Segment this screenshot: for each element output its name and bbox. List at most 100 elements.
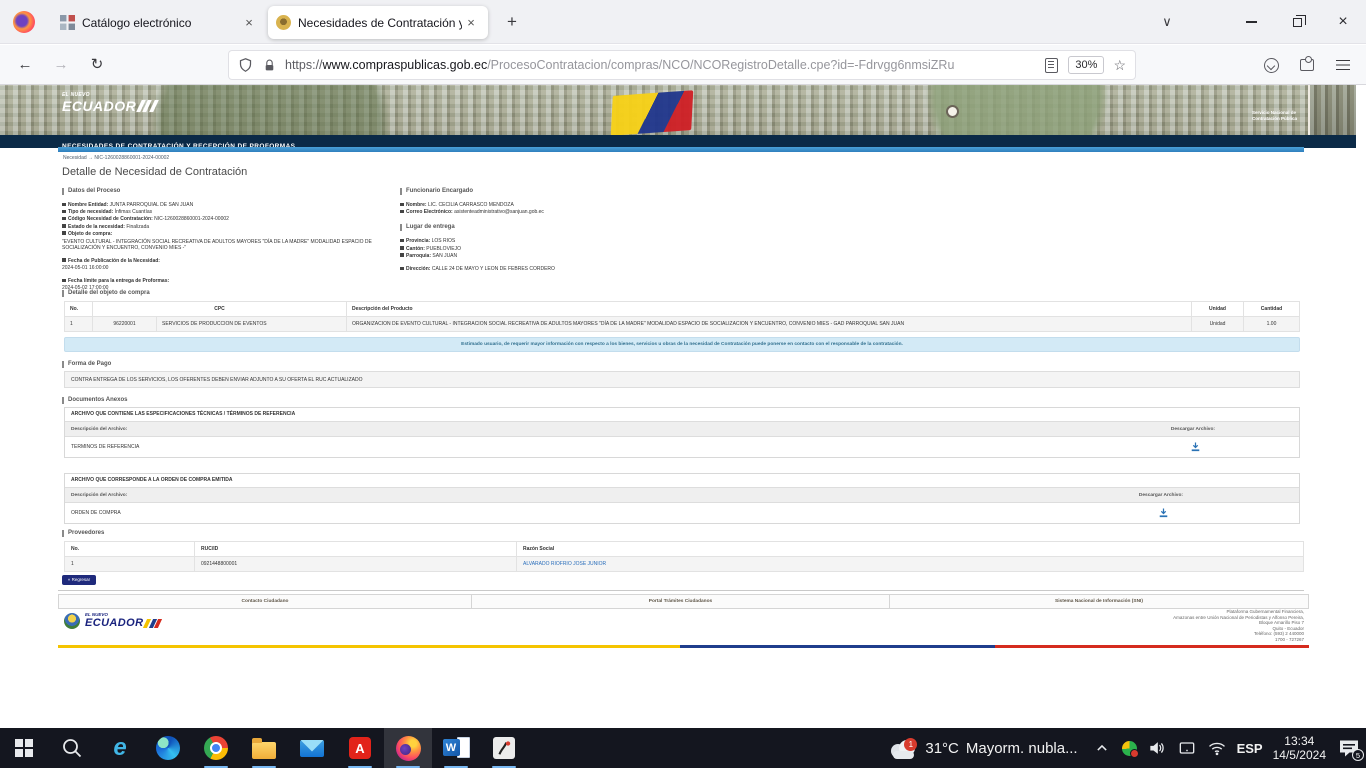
ecuador-header-logo: EL NUEVO ECUADOR <box>62 92 156 114</box>
descargar-archivo-label: Descargar Archivo: <box>1139 488 1183 504</box>
descripcion-archivo-label: Descripción del Archivo: <box>65 427 127 432</box>
tablet-mode-icon[interactable] <box>1177 738 1197 758</box>
weather-widget[interactable]: 1 31°C Mayorm. nubla... <box>888 737 1077 760</box>
lugar-direccion: Dirección: CALLE 24 DE MAYO Y LEON DE FE… <box>400 266 740 273</box>
sercop-caption: Servicio Nacional de Contratación Públic… <box>1252 110 1310 121</box>
proveedores-table: No. RUC/ID Razón Social 1 0921448800001 … <box>64 541 1304 572</box>
speaker-icon[interactable] <box>1147 738 1167 758</box>
taskbar-chrome[interactable] <box>192 728 240 768</box>
map-pin-icon <box>400 239 404 243</box>
start-button[interactable] <box>0 728 48 768</box>
footer-ecuador-logo: EL NUEVO ECUADOR <box>64 613 160 629</box>
bookmark-star-icon[interactable]: ☆ <box>1113 57 1126 74</box>
clock-widget[interactable]: 13:34 14/5/2024 <box>1273 734 1326 762</box>
url-bar[interactable]: https://www.compraspublicas.gob.ec/Proce… <box>228 50 1136 80</box>
footer-link-sni[interactable]: Sistema Nacional de Información (SNI) <box>890 594 1309 609</box>
list-icon <box>62 231 66 235</box>
tray-chevron-up-icon[interactable] <box>1092 738 1112 758</box>
back-button[interactable]: ← <box>10 50 40 80</box>
close-button[interactable]: × <box>1320 0 1366 44</box>
taskbar-word[interactable]: W <box>432 728 480 768</box>
tab-title: Necesidades de Contratación y <box>298 16 462 30</box>
objeto-compra-section-title: Detalle del objeto de compra <box>62 290 150 297</box>
minimize-button[interactable] <box>1228 0 1274 44</box>
menu-hamburger-icon[interactable] <box>1330 52 1356 78</box>
tab-title: Catálogo electrónico <box>82 16 240 30</box>
anexo-orden-compra: ARCHIVO QUE CORRESPONDE A LA ORDEN DE CO… <box>64 473 1300 524</box>
wifi-icon[interactable] <box>1207 738 1227 758</box>
anexo-titulo: ARCHIVO QUE CONTIENE LAS ESPECIFICACIONE… <box>65 408 1299 421</box>
internet-explorer-icon: e <box>113 736 126 760</box>
header-photo-banner: EL NUEVO ECUADOR Servicio Nacional de Co… <box>0 85 1356 135</box>
table-row: 1 96220001 SERVICIOS DE PRODUCCION DE EV… <box>65 317 1300 332</box>
footer-divider <box>58 590 1304 591</box>
footer-link-tramites[interactable]: Portal Trámites Ciudadanos <box>472 594 890 609</box>
proveedor-link[interactable]: ALVARADO RIOFRIO JOSE JUNIOR <box>517 557 1304 572</box>
footer-links-row: Contacto Ciudadano Portal Trámites Ciuda… <box>58 594 1309 609</box>
taskbar-file-explorer[interactable] <box>240 728 288 768</box>
logo-text: ECUADOR <box>62 98 136 114</box>
status-icon <box>62 224 66 228</box>
calendar-icon <box>62 258 66 262</box>
forma-pago-section-title: Forma de Pago <box>62 361 111 368</box>
tab-catalogo-electronico[interactable]: Catálogo electrónico × <box>52 6 266 39</box>
tab-list-chevron-icon[interactable]: ∨ <box>1154 10 1180 34</box>
firefox-logo-icon[interactable] <box>13 11 35 33</box>
new-tab-button[interactable]: + <box>500 10 524 34</box>
reload-button[interactable]: ↻ <box>82 50 112 80</box>
taskbar-mail[interactable] <box>288 728 336 768</box>
footer-logo-text: ECUADOR <box>85 618 143 629</box>
table-header-row: No. RUC/ID Razón Social <box>65 542 1304 557</box>
tab-close-icon[interactable]: × <box>462 15 480 30</box>
anexo-titulo: ARCHIVO QUE CORRESPONDE A LA ORDEN DE CO… <box>65 474 1299 487</box>
lugar-canton: Cantón: PUEBLOVIEJO <box>400 246 740 253</box>
antivirus-tray-icon[interactable] <box>1122 741 1137 756</box>
search-icon <box>60 736 84 760</box>
action-center-button[interactable]: 5 <box>1336 735 1362 761</box>
taskbar-acrobat[interactable]: A <box>336 728 384 768</box>
tab-favicon-sercop-icon <box>276 15 291 30</box>
date: 14/5/2024 <box>1273 748 1326 762</box>
funcionario-nombre: Nombre: LIC. CECILIA CARRASCO MENDOZA <box>400 202 740 209</box>
extensions-puzzle-icon[interactable] <box>1294 52 1320 78</box>
taskbar-edge[interactable] <box>144 728 192 768</box>
fecha-publicacion-label: Fecha de Publicación de la Necesidad: <box>62 258 400 265</box>
screen: Catálogo electrónico × Necesidades de Co… <box>0 0 1366 768</box>
lock-icon[interactable] <box>263 58 276 73</box>
word-icon: W <box>443 736 470 760</box>
windows-logo-icon <box>15 739 33 757</box>
download-icon[interactable] <box>1190 441 1201 453</box>
footer-link-contacto[interactable]: Contacto Ciudadano <box>58 594 472 609</box>
forma-pago-text: CONTRA ENTREGA DE LOS SERVICIOS, LOS OFE… <box>64 371 1300 388</box>
taskbar-internet-explorer[interactable]: e <box>96 728 144 768</box>
tab-close-icon[interactable]: × <box>240 15 258 30</box>
datos-proceso-section: Datos del Proceso Nombre Entidad: JUNTA … <box>62 188 400 293</box>
regresar-button[interactable]: « Regresar <box>62 575 96 585</box>
taskbar-firefox[interactable] <box>384 728 432 768</box>
taskbar-java[interactable] <box>480 728 528 768</box>
pocket-icon[interactable] <box>1258 52 1284 78</box>
fecha-limite-label: Fecha límite para la entrega de Proforma… <box>62 278 400 285</box>
page-content: Necesidad → NIC-1260028860001-2024-00002… <box>58 147 1304 667</box>
time: 13:34 <box>1273 734 1326 748</box>
language-indicator[interactable]: ESP <box>1237 741 1263 756</box>
notification-count-badge: 5 <box>1352 749 1364 761</box>
tab-necesidades-contratacion[interactable]: Necesidades de Contratación y × <box>268 6 488 39</box>
coat-of-arms-icon <box>64 613 80 629</box>
restore-button[interactable] <box>1274 0 1320 44</box>
url-text[interactable]: https://www.compraspublicas.gob.ec/Proce… <box>285 58 1045 72</box>
reader-view-icon[interactable] <box>1045 58 1058 73</box>
header-photo-banner-right <box>1308 85 1356 135</box>
tracking-shield-icon[interactable] <box>238 57 253 73</box>
archivo-descripcion-value: TERMINOS DE REFERENCIA <box>71 444 139 450</box>
forward-button[interactable]: → <box>46 50 76 80</box>
url-path: /ProcesoContratacion/compras/NCO/NCORegi… <box>487 58 954 72</box>
zoom-level-indicator[interactable]: 30% <box>1068 56 1104 74</box>
browser-titlebar: Catálogo electrónico × Necesidades de Co… <box>0 0 1366 44</box>
search-button[interactable] <box>48 728 96 768</box>
mail-envelope-icon <box>300 740 324 757</box>
dato-estado-necesidad: Estado de la necesidad: Finalizada <box>62 224 400 231</box>
url-scheme: https:// <box>285 58 323 72</box>
fecha-publicacion-value: 2024-05-01 16:00:00 <box>62 265 400 272</box>
download-icon[interactable] <box>1158 507 1169 519</box>
